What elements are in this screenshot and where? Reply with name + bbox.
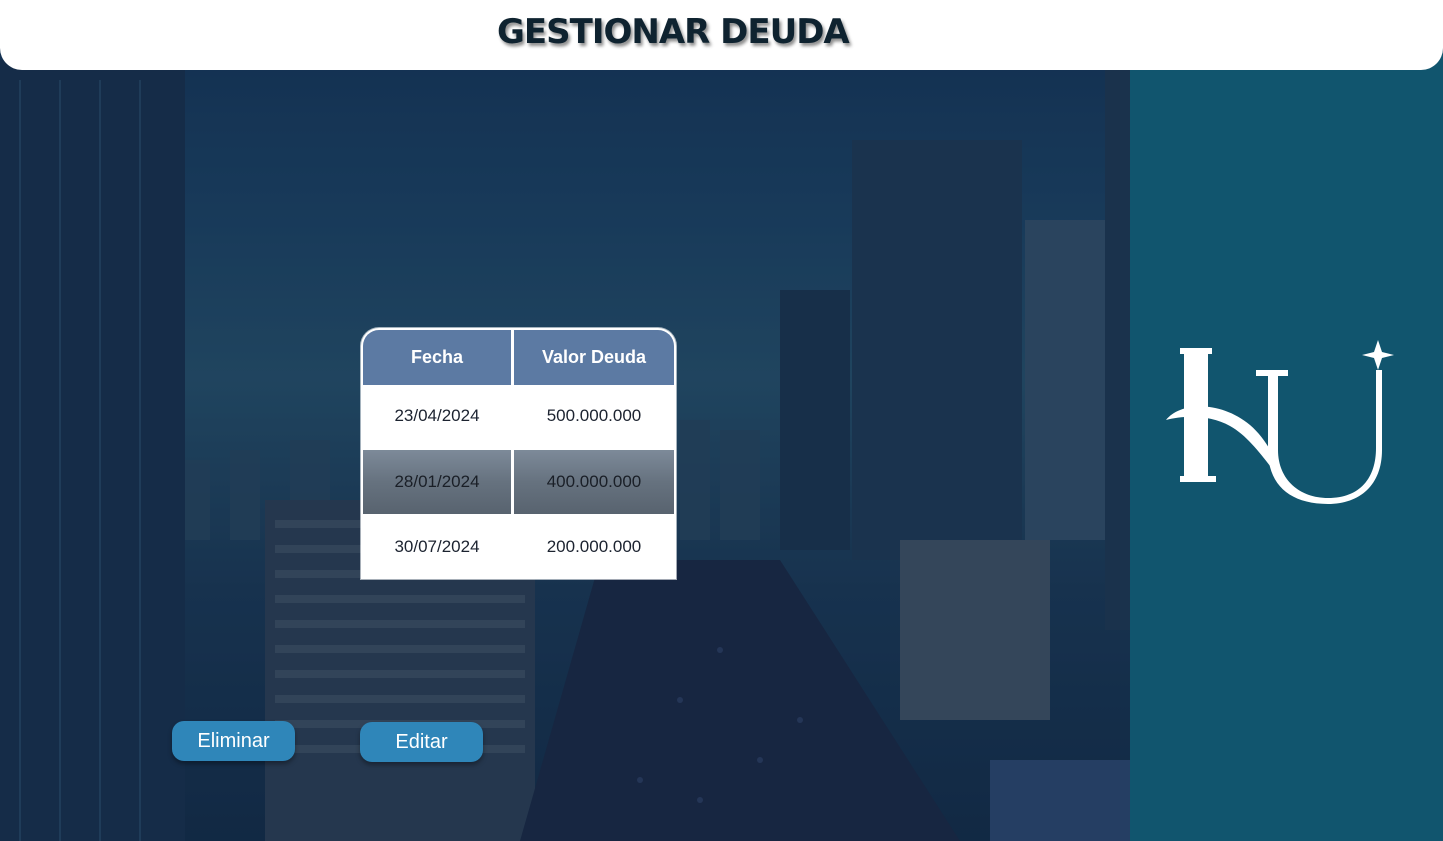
- hu-logo-icon: [1160, 340, 1395, 510]
- column-header-fecha: Fecha: [363, 330, 511, 385]
- valor-cell: 200.000.000: [546, 536, 642, 556]
- column-header-valor-deuda: Valor Deuda: [514, 330, 674, 385]
- header-bar: GESTIONAR DEUDA: [0, 0, 1443, 70]
- delete-button[interactable]: Eliminar: [172, 721, 295, 761]
- table-row[interactable]: 23/04/2024 500.000.000: [361, 385, 676, 447]
- page-title: GESTIONAR DEUDA: [497, 12, 850, 52]
- edit-button[interactable]: Editar: [360, 722, 483, 762]
- table-row[interactable]: 28/01/2024 400.000.000: [361, 450, 676, 514]
- table-row[interactable]: 30/07/2024 200.000.000: [361, 514, 676, 579]
- valor-cell: 500.000.000: [546, 406, 642, 425]
- fecha-cell: 23/04/2024: [394, 406, 480, 425]
- fecha-cell: 28/01/2024: [363, 450, 511, 514]
- valor-cell: 400.000.000: [514, 450, 674, 514]
- debt-table: Fecha Valor Deuda 23/04/2024 500.000.000…: [361, 328, 676, 579]
- fecha-cell: 30/07/2024: [394, 536, 480, 556]
